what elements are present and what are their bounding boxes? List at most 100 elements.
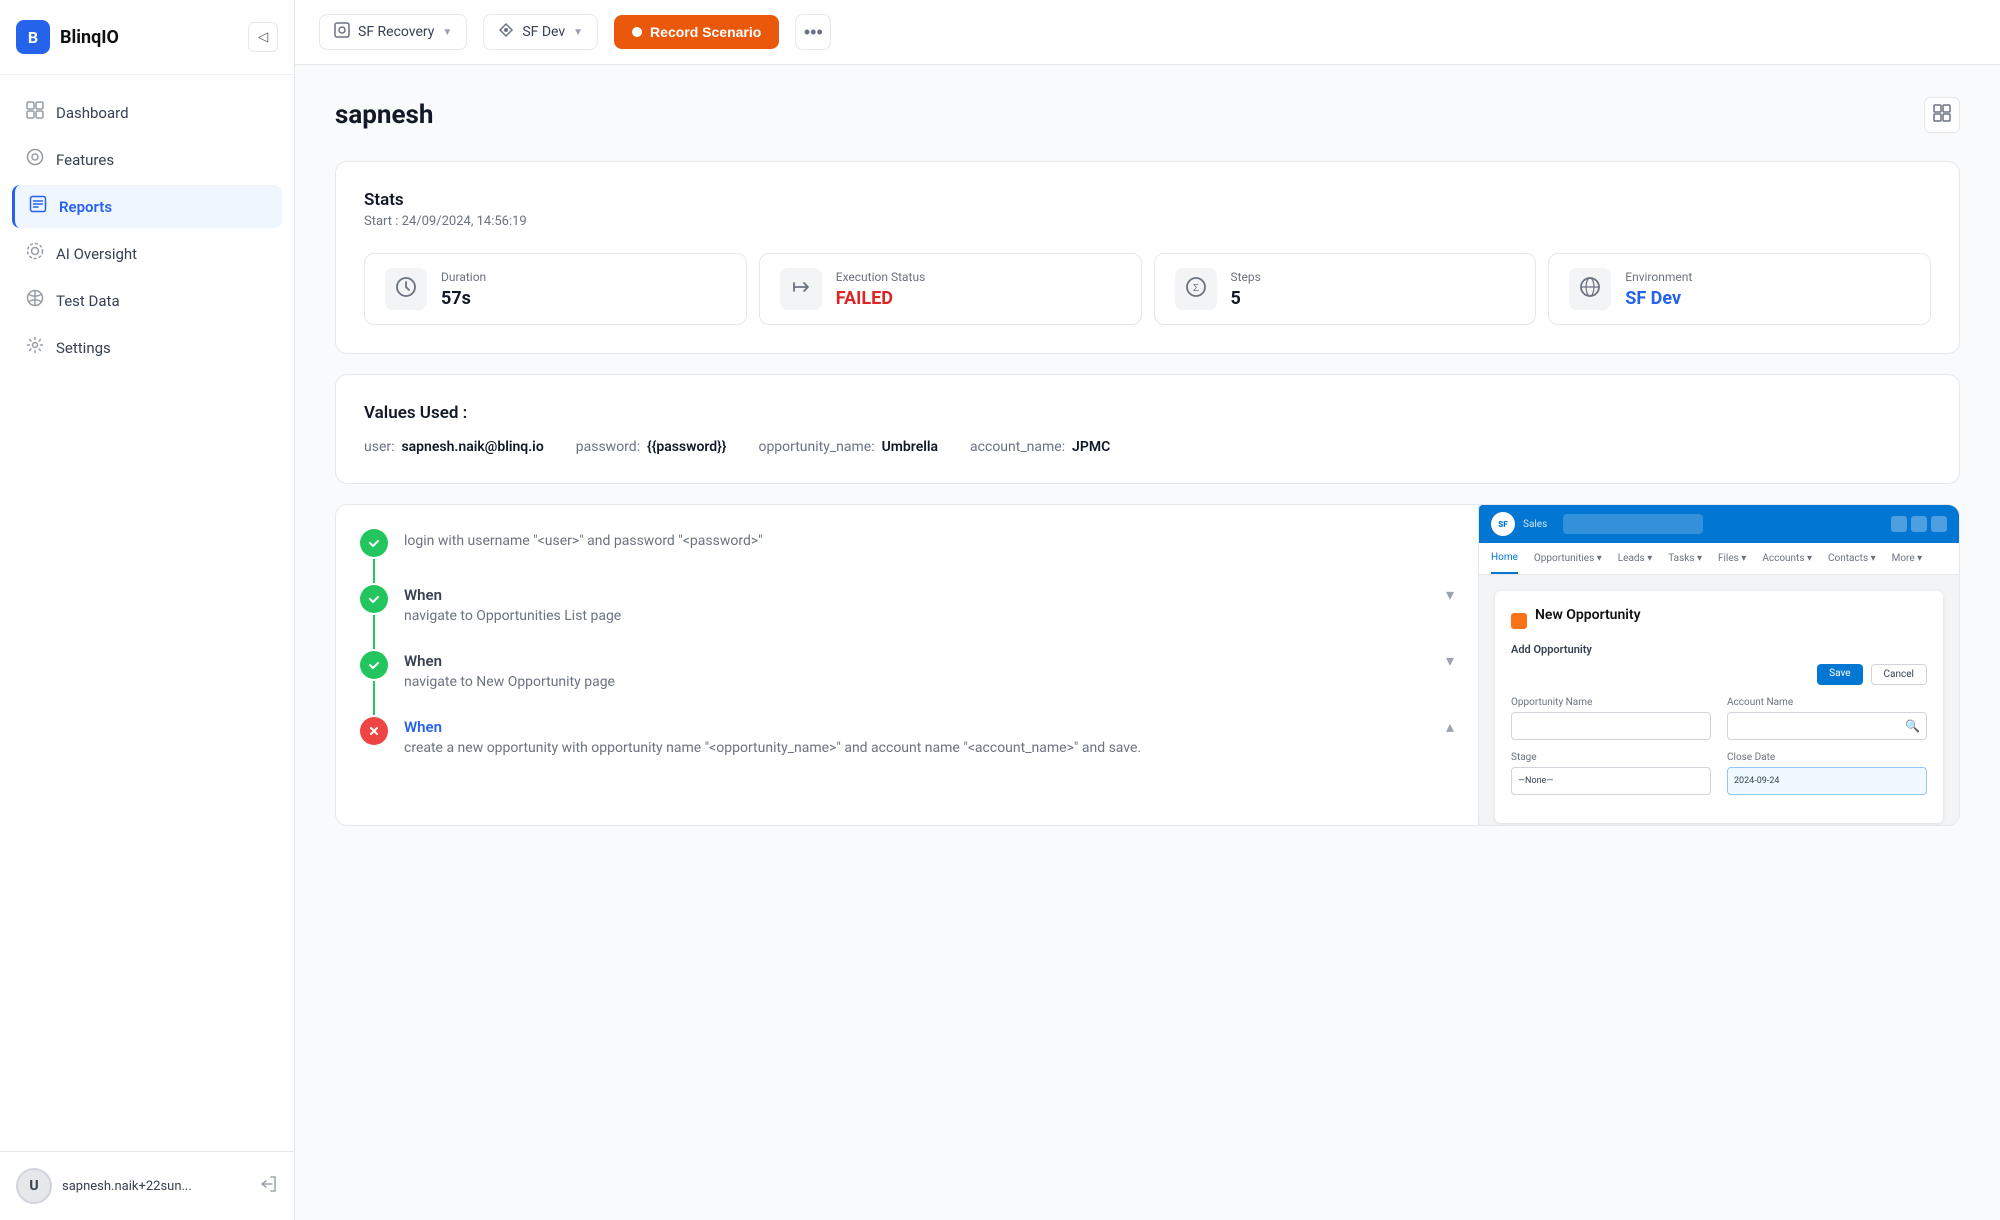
step-description-login: login with username "<user>" and passwor…: [404, 531, 1454, 552]
step-header-when1: When ▾: [404, 585, 1454, 604]
mock-save-btn: Save: [1817, 664, 1862, 685]
sidebar-item-label-dashboard: Dashboard: [56, 104, 129, 122]
stats-title: Stats: [364, 190, 1931, 210]
step-connector-when2: [360, 651, 388, 717]
step-expand-when3[interactable]: ▴: [1446, 717, 1454, 736]
stats-row: Duration 57s Ex: [364, 253, 1931, 325]
env1-label: SF Recovery: [358, 24, 434, 40]
sidebar-item-dashboard[interactable]: Dashboard: [12, 91, 282, 134]
step-expand-when1[interactable]: ▾: [1446, 585, 1454, 604]
step-content-when3: When ▴ create a new opportunity with opp…: [404, 717, 1454, 783]
stat-execution-status: Execution Status FAILED: [759, 253, 1142, 325]
step-keyword-when3: When: [404, 718, 442, 736]
step-content-when1: When ▾ navigate to Opportunities List pa…: [404, 585, 1454, 651]
opportunity-value: Umbrella: [882, 439, 938, 455]
step-dot-when3: [360, 717, 388, 745]
step-line-when2: [373, 681, 375, 715]
env1-chevron-icon: ▼: [442, 27, 452, 38]
env1-selector[interactable]: SF Recovery ▼: [319, 14, 467, 50]
env1-icon: [334, 22, 350, 42]
ai-oversight-icon: [26, 242, 44, 265]
steps-list: login with username "<user>" and passwor…: [336, 505, 1479, 825]
steps-label: Steps: [1231, 270, 1261, 284]
step-expand-when2[interactable]: ▾: [1446, 651, 1454, 670]
step-when-1: When ▾ navigate to Opportunities List pa…: [360, 585, 1454, 651]
mock-account-name-label: Account Name: [1727, 697, 1927, 708]
step-line-when1: [373, 615, 375, 649]
sidebar-item-features[interactable]: Features: [12, 138, 282, 181]
sidebar-item-reports[interactable]: Reports: [12, 185, 282, 228]
execution-info: Execution Status FAILED: [836, 270, 926, 309]
avatar: U: [16, 1168, 52, 1204]
logo-icon: B: [16, 20, 50, 54]
env2-label: SF Dev: [522, 24, 565, 40]
features-icon: [26, 148, 44, 171]
mock-stage-field: Stage —None—: [1511, 752, 1711, 795]
record-scenario-button[interactable]: Record Scenario: [614, 15, 779, 49]
view-toggle-button[interactable]: [1924, 97, 1960, 133]
logout-button[interactable]: [258, 1174, 278, 1199]
more-options-button[interactable]: •••: [795, 14, 831, 50]
topbar: SF Recovery ▼ SF Dev ▼ Record Scenario •…: [295, 0, 2000, 65]
steps-screenshot: SF Sales: [1479, 505, 1959, 825]
sidebar-item-test-data[interactable]: Test Data: [12, 279, 282, 322]
page-header: sapnesh: [335, 97, 1960, 133]
values-row: user: sapnesh.naik@blinq.io password: {{…: [364, 439, 1931, 455]
sidebar: B BlinqIO ◁ Dashboard: [0, 0, 295, 1220]
sidebar-nav: Dashboard Features Reports: [0, 75, 294, 1151]
password-value: {{password}}: [647, 439, 726, 455]
password-key: password:: [576, 439, 640, 455]
page-title: sapnesh: [335, 100, 433, 130]
env2-icon: [498, 22, 514, 42]
execution-icon-wrap: [780, 268, 822, 310]
opportunity-key: opportunity_name:: [758, 439, 874, 455]
environment-icon: [1579, 276, 1601, 303]
sidebar-item-ai-oversight[interactable]: AI Oversight: [12, 232, 282, 275]
environment-label: Environment: [1625, 270, 1692, 284]
account-key: account_name:: [970, 439, 1065, 455]
execution-value: FAILED: [836, 288, 926, 309]
value-user: user: sapnesh.naik@blinq.io: [364, 439, 544, 455]
collapse-icon: ◁: [258, 29, 268, 45]
duration-icon: [395, 276, 417, 303]
environment-info: Environment SF Dev: [1625, 270, 1692, 309]
step-dot-login: [360, 529, 388, 557]
sidebar-item-label-ai-oversight: AI Oversight: [56, 245, 137, 263]
test-data-icon: [26, 289, 44, 312]
sidebar-item-settings[interactable]: Settings: [12, 326, 282, 369]
mock-close-date-field: Close Date 2024-09-24: [1727, 752, 1927, 795]
step-connector-when1: [360, 585, 388, 651]
execution-icon: [790, 276, 812, 303]
step-keyword-when1: When: [404, 586, 442, 604]
step-header-when2: When ▾: [404, 651, 1454, 670]
mock-opportunity-name-label: Opportunity Name: [1511, 697, 1711, 708]
reports-icon: [29, 195, 47, 218]
values-title: Values Used :: [364, 403, 1931, 423]
sidebar-item-label-test-data: Test Data: [56, 292, 120, 310]
step-when-2: When ▾ navigate to New Opportunity page: [360, 651, 1454, 717]
mock-sf-actions: Save Cancel: [1511, 664, 1927, 685]
steps-icon-wrap: Σ: [1175, 268, 1217, 310]
environment-value[interactable]: SF Dev: [1625, 288, 1692, 309]
user-value: sapnesh.naik@blinq.io: [401, 439, 543, 455]
steps-value: 5: [1231, 288, 1261, 309]
step-description-when3: create a new opportunity with opportunit…: [404, 738, 1454, 759]
env2-selector[interactable]: SF Dev ▼: [483, 14, 598, 50]
logo-area: B BlinqIO: [16, 20, 119, 54]
mock-sf-card: New Opportunity Add Opportunity Save Can…: [1495, 591, 1943, 823]
env2-chevron-icon: ▼: [573, 27, 583, 38]
mock-stage-value: —None—: [1518, 776, 1553, 786]
stats-subtitle: Start : 24/09/2024, 14:56:19: [364, 214, 1931, 229]
step-when-3: When ▴ create a new opportunity with opp…: [360, 717, 1454, 783]
duration-icon-wrap: [385, 268, 427, 310]
mock-sf-body: New Opportunity Add Opportunity Save Can…: [1479, 575, 1959, 825]
step-content-login: login with username "<user>" and passwor…: [404, 529, 1454, 585]
mock-stage-label: Stage: [1511, 752, 1711, 763]
mock-add-opportunity: Add Opportunity: [1511, 643, 1927, 656]
sidebar-collapse-button[interactable]: ◁: [248, 22, 278, 52]
user-name: sapnesh.naik+22sun...: [62, 1179, 248, 1194]
user-key: user:: [364, 439, 395, 455]
start-label: Start :: [364, 214, 398, 229]
mock-close-date-input: 2024-09-24: [1727, 767, 1927, 795]
step-connector-login: [360, 529, 388, 585]
